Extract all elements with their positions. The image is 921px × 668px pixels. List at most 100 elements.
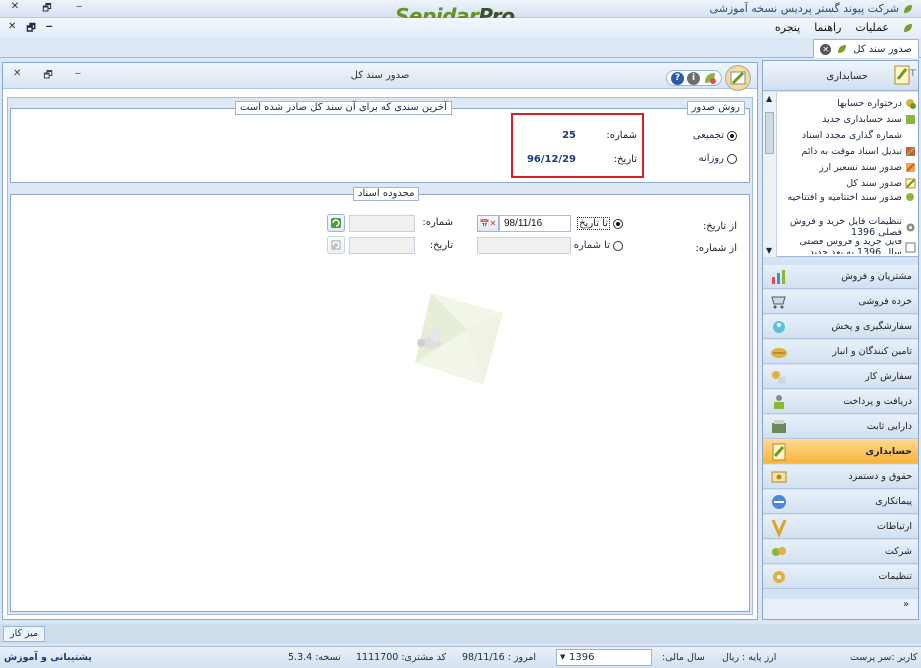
exchange-icon [906, 163, 915, 172]
cumulative-radio-dot[interactable] [727, 130, 737, 141]
nav-retail[interactable]: خرده فروشی [763, 290, 918, 314]
nav-suppliers-warehouse[interactable]: تامین کنندگان و انبار [763, 340, 918, 364]
assets-icon [772, 420, 786, 433]
nav-accounting[interactable]: حسابداری [763, 440, 918, 464]
tree-item-seasonal-file[interactable]: فایل خرید و فروش فصلی سال 1396 به بعد جد… [779, 240, 916, 254]
tree-item-closing-voucher[interactable]: صدور سند اختتامیه و افتتاحیه [779, 192, 916, 203]
nav-fixed-assets[interactable]: دارایی ثابت [763, 415, 918, 439]
number-field-input[interactable] [349, 215, 415, 232]
title-icon-group: ? i [666, 70, 722, 86]
percent-icon: % [905, 130, 916, 141]
date-field-label: تاریخ: [429, 240, 453, 251]
tab-leaf-icon [838, 45, 847, 53]
nav-customers-sales[interactable]: مشتریان و فروش [763, 265, 918, 289]
tab-issue-general-voucher[interactable]: صدور سند کل ✕ [813, 39, 919, 58]
info-icon[interactable]: i [687, 71, 700, 85]
to-number-input[interactable] [477, 237, 571, 254]
close-icon[interactable]: ✕ [8, 1, 22, 18]
minimize-icon[interactable]: ‒ [72, 1, 86, 18]
refresh-number-button[interactable] [327, 214, 345, 232]
calendar-icon[interactable]: 📅 [480, 219, 490, 228]
refresh-icon [331, 218, 341, 228]
desktop-button[interactable]: میز کار [3, 626, 46, 642]
to-date-input[interactable] [499, 215, 571, 232]
menu-leaf-icon [904, 23, 912, 32]
nav-company[interactable]: شرکت [763, 540, 918, 564]
menu-items: عملیات راهنما پنجره [775, 21, 913, 34]
version-text: نسخه: 5.3.4 [288, 652, 341, 663]
scroll-thumb[interactable] [765, 112, 774, 154]
settings-leaf-icon[interactable] [703, 71, 717, 85]
accounting-icon [894, 65, 910, 85]
nav-ordering-distribution[interactable]: سفارشگیری و پخش [763, 315, 918, 339]
daily-radio[interactable]: روزانه [699, 153, 737, 164]
nav-payroll[interactable]: حقوق و دستمزد [763, 465, 918, 489]
tab-label: صدور سند کل [853, 43, 912, 55]
work-order-icon [772, 371, 786, 384]
tree-item-convert-temp[interactable]: تبدیل اسناد موقت به دائم [779, 146, 916, 157]
distribution-icon [773, 321, 785, 333]
document-tabstrip: صدور سند کل ✕ [0, 38, 921, 58]
date-picker-buttons: 📅 ✕ [477, 215, 499, 232]
contracting-icon [772, 495, 786, 509]
tree-item-general-voucher[interactable]: صدور سند کل [779, 178, 916, 189]
tree-item-accounts-tree[interactable]: درختواره حسابها [779, 98, 916, 109]
tree-item-new-voucher[interactable]: سند حسابداری جدید [779, 114, 916, 125]
document-window: ✕ 🗗 ‒ صدور سند کل ? i روش صدور آخرین سند… [2, 62, 758, 620]
tree-item-seasonal-settings[interactable]: تنظیمات فایل خرید و فروش فصلی 1396 [779, 216, 916, 238]
nav-receipt-payment[interactable]: دریافت و پرداخت [763, 390, 918, 414]
doc-range-legend: محدوده اسناد [353, 187, 420, 201]
accounting-tree: ▲ ▼ درختواره حسابها سند حسابداری جدید %ش… [763, 92, 918, 257]
file-icon [905, 242, 916, 252]
tab-close-icon[interactable]: ✕ [820, 43, 832, 55]
to-number-radio-dot[interactable] [613, 240, 623, 251]
sidebar-more-button[interactable]: » [763, 599, 918, 619]
accounting-nav-icon [772, 443, 786, 461]
today-date-text: امروز : 98/11/16 [462, 652, 537, 663]
voucher-form-icon [725, 65, 751, 91]
mdi-close-icon[interactable]: ✕ [8, 21, 16, 38]
document-titlebar: ✕ 🗗 ‒ صدور سند کل ? i [3, 63, 757, 91]
nav-work-order[interactable]: سفارش کار [763, 365, 918, 389]
nav-settings[interactable]: تنظیمات [763, 565, 918, 589]
customer-code-text: کد مشتری: 1111700 [356, 652, 447, 663]
mdi-restore-icon[interactable]: 🗗 [26, 21, 35, 38]
window-controls: ✕ 🗗 ‒ [8, 1, 86, 18]
restore-icon[interactable]: 🗗 [40, 1, 54, 18]
to-number-radio[interactable]: تا شماره [574, 240, 623, 251]
help-icon[interactable]: ? [671, 71, 684, 85]
date-field-input[interactable] [349, 237, 415, 254]
navigation-sidebar: ⊤ حسابداری ▲ ▼ درختواره حسابها سند حسابد… [762, 60, 919, 620]
scroll-down-icon[interactable]: ▼ [766, 246, 772, 255]
nav-communications[interactable]: ارتباطات [763, 515, 918, 539]
closing-voucher-icon [906, 193, 914, 201]
refresh-date-button[interactable] [327, 236, 345, 254]
document-title-icons: ? i [666, 65, 751, 91]
menu-help[interactable]: راهنما [814, 21, 841, 34]
number-field-label: شماره: [422, 217, 453, 228]
mdi-minimize-icon[interactable]: ‒ [46, 21, 53, 38]
last-doc-legend: آخرین سندی که برای آن سند کل صادر شده اس… [235, 101, 452, 115]
username-text: نام کاربر :سر پرست [850, 652, 921, 663]
settings-icon [773, 571, 785, 583]
nav-contracting[interactable]: پیمانکاری [763, 490, 918, 514]
support-link[interactable]: پشتیبانی و آموزش [4, 652, 92, 663]
tree-item-renumber[interactable]: %شماره گذاری مجدد اسناد [779, 130, 916, 141]
to-date-radio[interactable]: تا تاریخ [577, 217, 623, 230]
daily-radio-dot[interactable] [727, 153, 737, 164]
handshake-icon [771, 348, 787, 358]
chart-icon [772, 270, 785, 284]
mdi-controls: ✕ 🗗 ‒ [8, 21, 53, 38]
tree-scrollbar[interactable]: ▲ ▼ [763, 92, 777, 257]
tree-item-exchange-voucher[interactable]: صدور سند تسعیر ارز [779, 162, 916, 173]
fiscal-year-select[interactable]: ▼ 1396 [556, 649, 652, 666]
issue-method-legend: روش صدور [686, 101, 745, 115]
menu-operations[interactable]: عملیات [855, 21, 889, 34]
menu-window[interactable]: پنجره [775, 21, 800, 34]
cumulative-radio[interactable]: تجمیعی [693, 130, 737, 141]
to-date-radio-dot[interactable] [613, 218, 623, 229]
clear-date-icon[interactable]: ✕ [490, 219, 497, 228]
gear-icon [906, 223, 915, 231]
statusbar: پشتیبانی و آموزش نسخه: 5.3.4 کد مشتری: 1… [0, 646, 921, 668]
scroll-up-icon[interactable]: ▲ [766, 94, 772, 103]
